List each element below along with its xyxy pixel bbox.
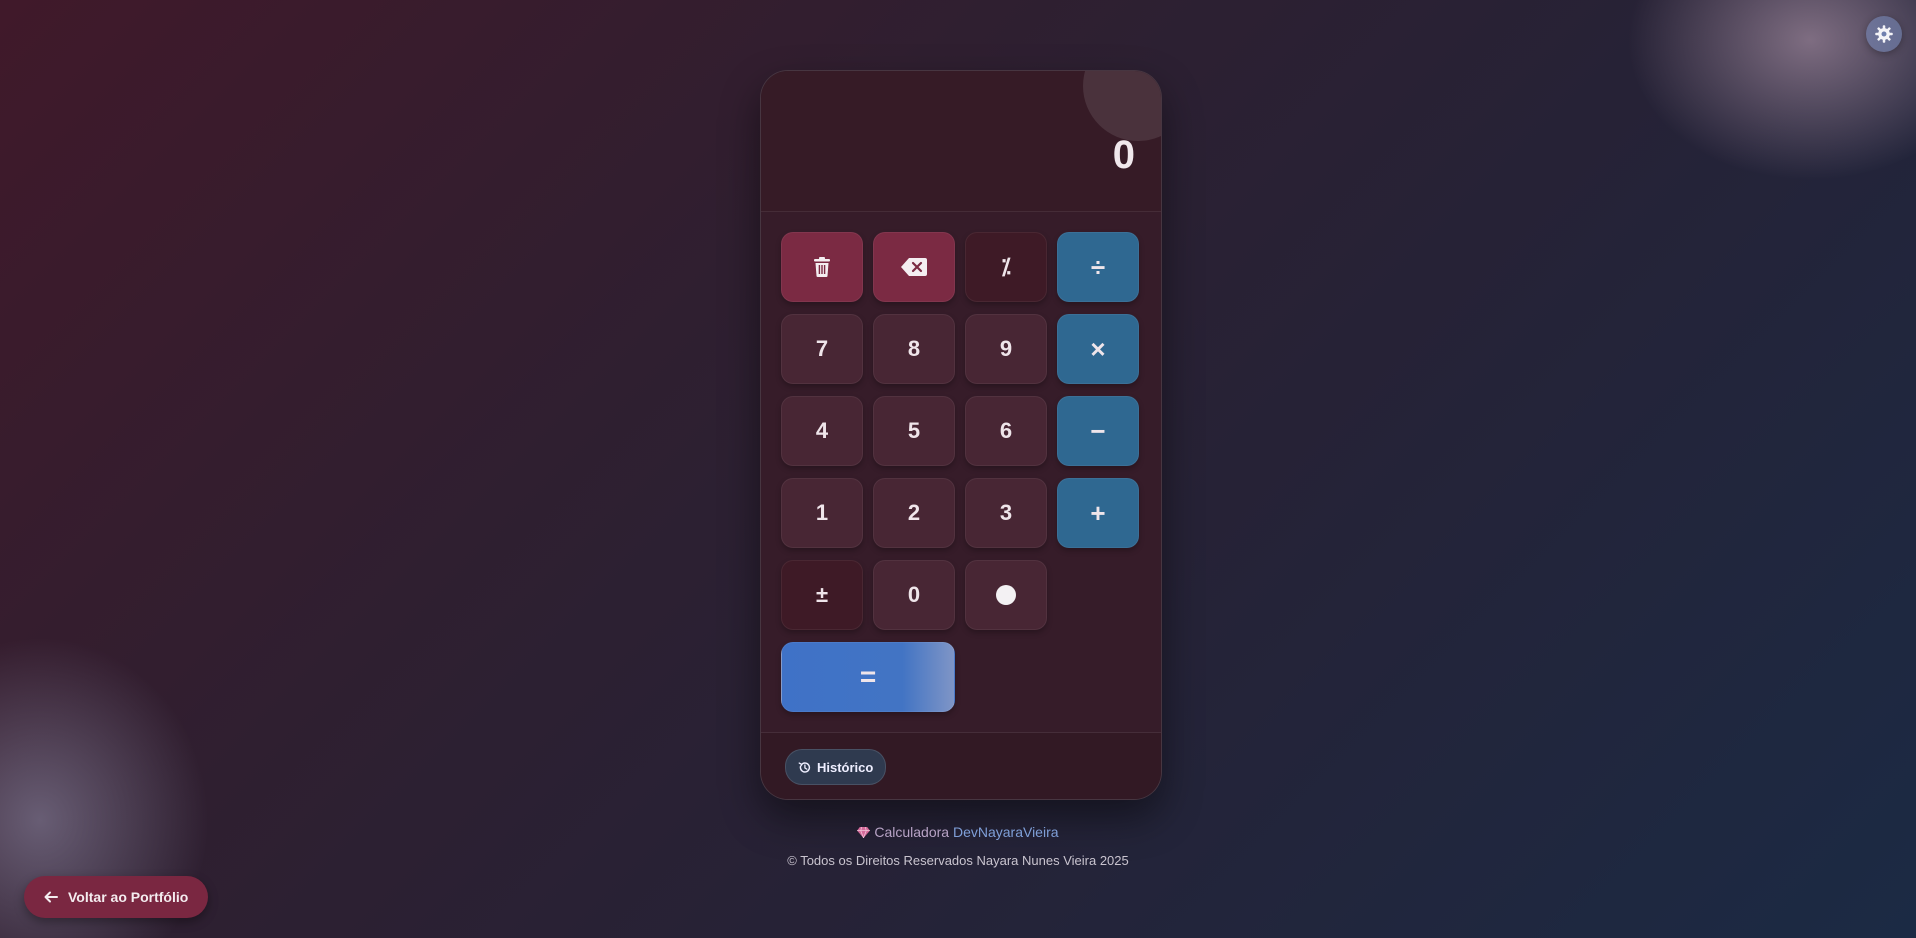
display-decoration [1083,71,1161,141]
minus-button[interactable]: − [1057,396,1139,466]
multiply-button[interactable]: × [1057,314,1139,384]
digit-7-button[interactable]: 7 [781,314,863,384]
equals-button[interactable]: = [781,642,955,712]
history-icon [798,761,811,773]
digit-5-button[interactable]: 5 [873,396,955,466]
divide-button[interactable]: ÷ [1057,232,1139,302]
display-value: 0 [1112,133,1135,177]
digit-8-button[interactable]: 8 [873,314,955,384]
gem-icon [857,826,871,840]
decimal-button[interactable] [965,560,1047,630]
trash-icon [814,257,830,277]
backspace-icon [901,258,927,276]
plus-minus-button[interactable]: ± [781,560,863,630]
digit-6-button[interactable]: 6 [965,396,1047,466]
backspace-button[interactable] [873,232,955,302]
calculator: 0 ⁒ ÷ 7 8 9 × 4 5 6 − 1 2 3 + ± 0 = Hist… [760,70,1162,800]
clear-button[interactable] [781,232,863,302]
app-credit: Calculadora DevNayaraVieira [0,824,1916,840]
display-panel: 0 [761,71,1161,212]
credit-prefix: Calculadora [874,824,950,840]
copyright-text: © Todos os Direitos Reservados Nayara Nu… [787,853,1129,868]
gear-icon [1875,25,1893,43]
digit-1-button[interactable]: 1 [781,478,863,548]
plus-button[interactable]: + [1057,478,1139,548]
history-label: Histórico [817,759,874,775]
calculator-footer: Histórico [761,733,1161,799]
percent-button[interactable]: ⁒ [965,232,1047,302]
dot-icon [996,585,1016,605]
back-to-portfolio-button[interactable]: Voltar ao Portfólio [24,876,209,918]
arrow-left-icon [44,891,58,903]
keypad: ⁒ ÷ 7 8 9 × 4 5 6 − 1 2 3 + ± 0 = [761,212,1161,733]
digit-2-button[interactable]: 2 [873,478,955,548]
back-button-label: Voltar ao Portfólio [68,889,189,905]
digit-3-button[interactable]: 3 [965,478,1047,548]
credit-brand-link[interactable]: DevNayaraVieira [953,824,1059,840]
theme-toggle-button[interactable] [1866,16,1902,52]
digit-0-button[interactable]: 0 [873,560,955,630]
digit-4-button[interactable]: 4 [781,396,863,466]
history-button[interactable]: Histórico [785,749,887,785]
digit-9-button[interactable]: 9 [965,314,1047,384]
